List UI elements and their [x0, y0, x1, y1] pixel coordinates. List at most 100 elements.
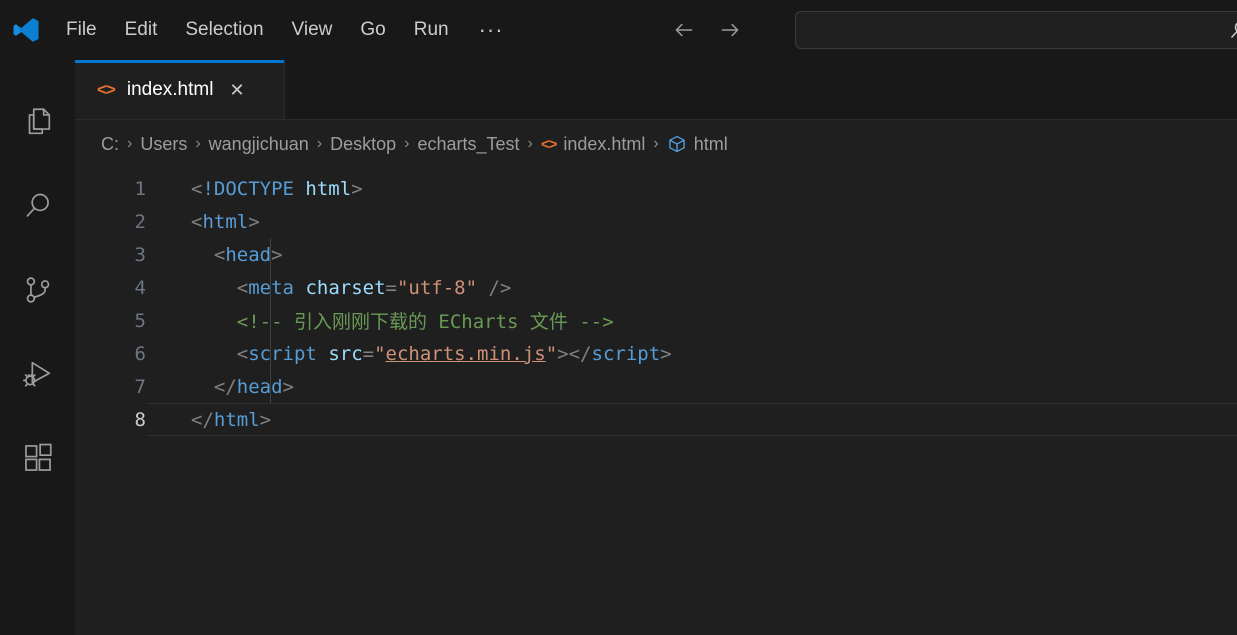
code-text: <!DOCTYPE html> — [191, 178, 363, 200]
code-line[interactable]: 6 <script src="echarts.min.js"></script> — [75, 337, 1237, 370]
menu-run[interactable]: Run — [400, 0, 463, 60]
tab-label: index.html — [126, 78, 214, 100]
breadcrumb: C: › Users › wangjichuan › Desktop › ech… — [75, 120, 1237, 168]
arrow-left-icon[interactable] — [666, 12, 702, 48]
code-token: > — [660, 342, 672, 365]
code-line-content[interactable]: <!DOCTYPE html> — [146, 172, 1237, 205]
line-number: 7 — [134, 375, 146, 398]
activity-explorer[interactable] — [0, 82, 75, 166]
breadcrumb-separator: › — [404, 135, 410, 152]
editor-area: <> index.html ✕ C: › Users › wangjichuan… — [75, 60, 1237, 635]
code-token: charset — [305, 276, 386, 299]
symbol-structure-icon — [667, 134, 687, 154]
activity-bar — [0, 60, 75, 635]
menu-go[interactable]: Go — [346, 0, 399, 60]
menu-bar: File Edit Selection View Go Run ··· — [52, 0, 520, 60]
code-token: </ — [213, 375, 237, 398]
code-token: html — [202, 210, 249, 233]
close-icon[interactable]: ✕ — [229, 81, 244, 99]
menu-more[interactable]: ··· — [463, 0, 520, 60]
line-number: 3 — [134, 243, 146, 266]
breadcrumb-item-users[interactable]: Users — [140, 134, 187, 155]
breadcrumb-separator: › — [127, 135, 133, 152]
run-debug-icon — [21, 357, 55, 396]
breadcrumb-separator: › — [195, 135, 201, 152]
extensions-icon — [21, 441, 55, 480]
menu-edit[interactable]: Edit — [111, 0, 172, 60]
code-token: script — [248, 342, 317, 365]
code-line[interactable]: 2 <html> — [75, 205, 1237, 238]
code-token[interactable]: echarts.min.js — [386, 343, 546, 365]
code-token: "utf-8" — [396, 276, 478, 299]
code-text: </head> — [191, 376, 294, 398]
search-input[interactable] — [795, 11, 1237, 49]
code-token: = — [362, 342, 375, 365]
arrow-right-icon[interactable] — [712, 12, 748, 48]
code-text: <head> — [191, 244, 283, 266]
code-line[interactable]: 7 </head> — [75, 370, 1237, 403]
code-line-content[interactable]: <script src="echarts.min.js"></script> — [146, 337, 1237, 370]
menu-view[interactable]: View — [278, 0, 347, 60]
code-line[interactable]: 3 <head> — [75, 238, 1237, 271]
tab-bar: <> index.html ✕ — [75, 60, 1237, 120]
search-icon — [21, 189, 55, 228]
tab-index-html[interactable]: <> index.html ✕ — [75, 60, 285, 119]
line-number: 6 — [134, 342, 146, 365]
code-token: src — [328, 342, 363, 365]
breadcrumb-item-index-html[interactable]: index.html — [563, 134, 645, 155]
code-text: </html> — [191, 409, 271, 431]
code-line-content[interactable]: <head> — [146, 238, 1237, 271]
code-text: <meta charset="utf-8" /> — [191, 276, 512, 299]
line-number: 5 — [134, 309, 146, 332]
code-text: <!-- 引入刚刚下载的 ECharts 文件 --> — [191, 307, 614, 334]
code-token: head — [236, 375, 283, 398]
activity-run-debug[interactable] — [0, 334, 75, 418]
breadcrumb-item-html-symbol[interactable]: html — [694, 134, 728, 155]
activity-extensions[interactable] — [0, 418, 75, 502]
code-line-content[interactable]: </head> — [146, 370, 1237, 403]
activity-source-control[interactable] — [0, 250, 75, 334]
html-file-icon: <> — [97, 79, 116, 99]
code-token: = — [385, 276, 397, 299]
code-token: > — [282, 375, 294, 398]
activity-search[interactable] — [0, 166, 75, 250]
line-number: 1 — [134, 177, 146, 200]
code-line[interactable]: 5 <!-- 引入刚刚下载的 ECharts 文件 --> — [75, 304, 1237, 337]
code-token: > — [248, 210, 260, 233]
code-token: </ — [191, 408, 214, 431]
breadcrumb-item-echarts-test[interactable]: echarts_Test — [417, 134, 519, 155]
code-line-content[interactable]: <!-- 引入刚刚下载的 ECharts 文件 --> — [146, 304, 1237, 337]
menu-selection[interactable]: Selection — [171, 0, 277, 60]
breadcrumb-separator: › — [653, 135, 659, 152]
title-bar: File Edit Selection View Go Run ··· — [0, 0, 1237, 60]
breadcrumb-item-wangjichuan[interactable]: wangjichuan — [209, 134, 309, 155]
code-token: < — [191, 210, 203, 233]
code-editor[interactable]: 1 <!DOCTYPE html> 2 <html> 3 <head> 4 <meta c… — [75, 168, 1237, 635]
code-token: head — [225, 243, 272, 266]
code-token: < — [191, 177, 203, 200]
navigation-arrows — [666, 12, 748, 48]
code-line[interactable]: 8 </html> — [75, 403, 1237, 436]
code-token: <!-- 引入刚刚下载的 ECharts 文件 --> — [236, 311, 614, 333]
code-token: < — [236, 276, 249, 299]
code-line-content[interactable]: </html> — [146, 403, 1237, 436]
breadcrumb-separator: › — [527, 135, 533, 152]
breadcrumb-item-desktop[interactable]: Desktop — [330, 134, 396, 155]
search-icon[interactable] — [1226, 17, 1237, 43]
code-line-content[interactable]: <meta charset="utf-8" /> — [146, 271, 1237, 304]
vscode-logo-icon — [0, 0, 52, 60]
code-token: meta — [248, 276, 294, 299]
code-line-content[interactable]: <html> — [146, 205, 1237, 238]
code-token: script — [591, 342, 661, 365]
code-line[interactable]: 4 <meta charset="utf-8" /> — [75, 271, 1237, 304]
breadcrumb-item-drive[interactable]: C: — [101, 134, 119, 155]
code-line[interactable]: 1 <!DOCTYPE html> — [75, 172, 1237, 205]
code-text: <html> — [191, 211, 260, 233]
code-token: html — [305, 177, 352, 200]
menu-file[interactable]: File — [52, 0, 111, 60]
code-token: > — [259, 408, 272, 431]
code-token: /> — [477, 276, 512, 299]
